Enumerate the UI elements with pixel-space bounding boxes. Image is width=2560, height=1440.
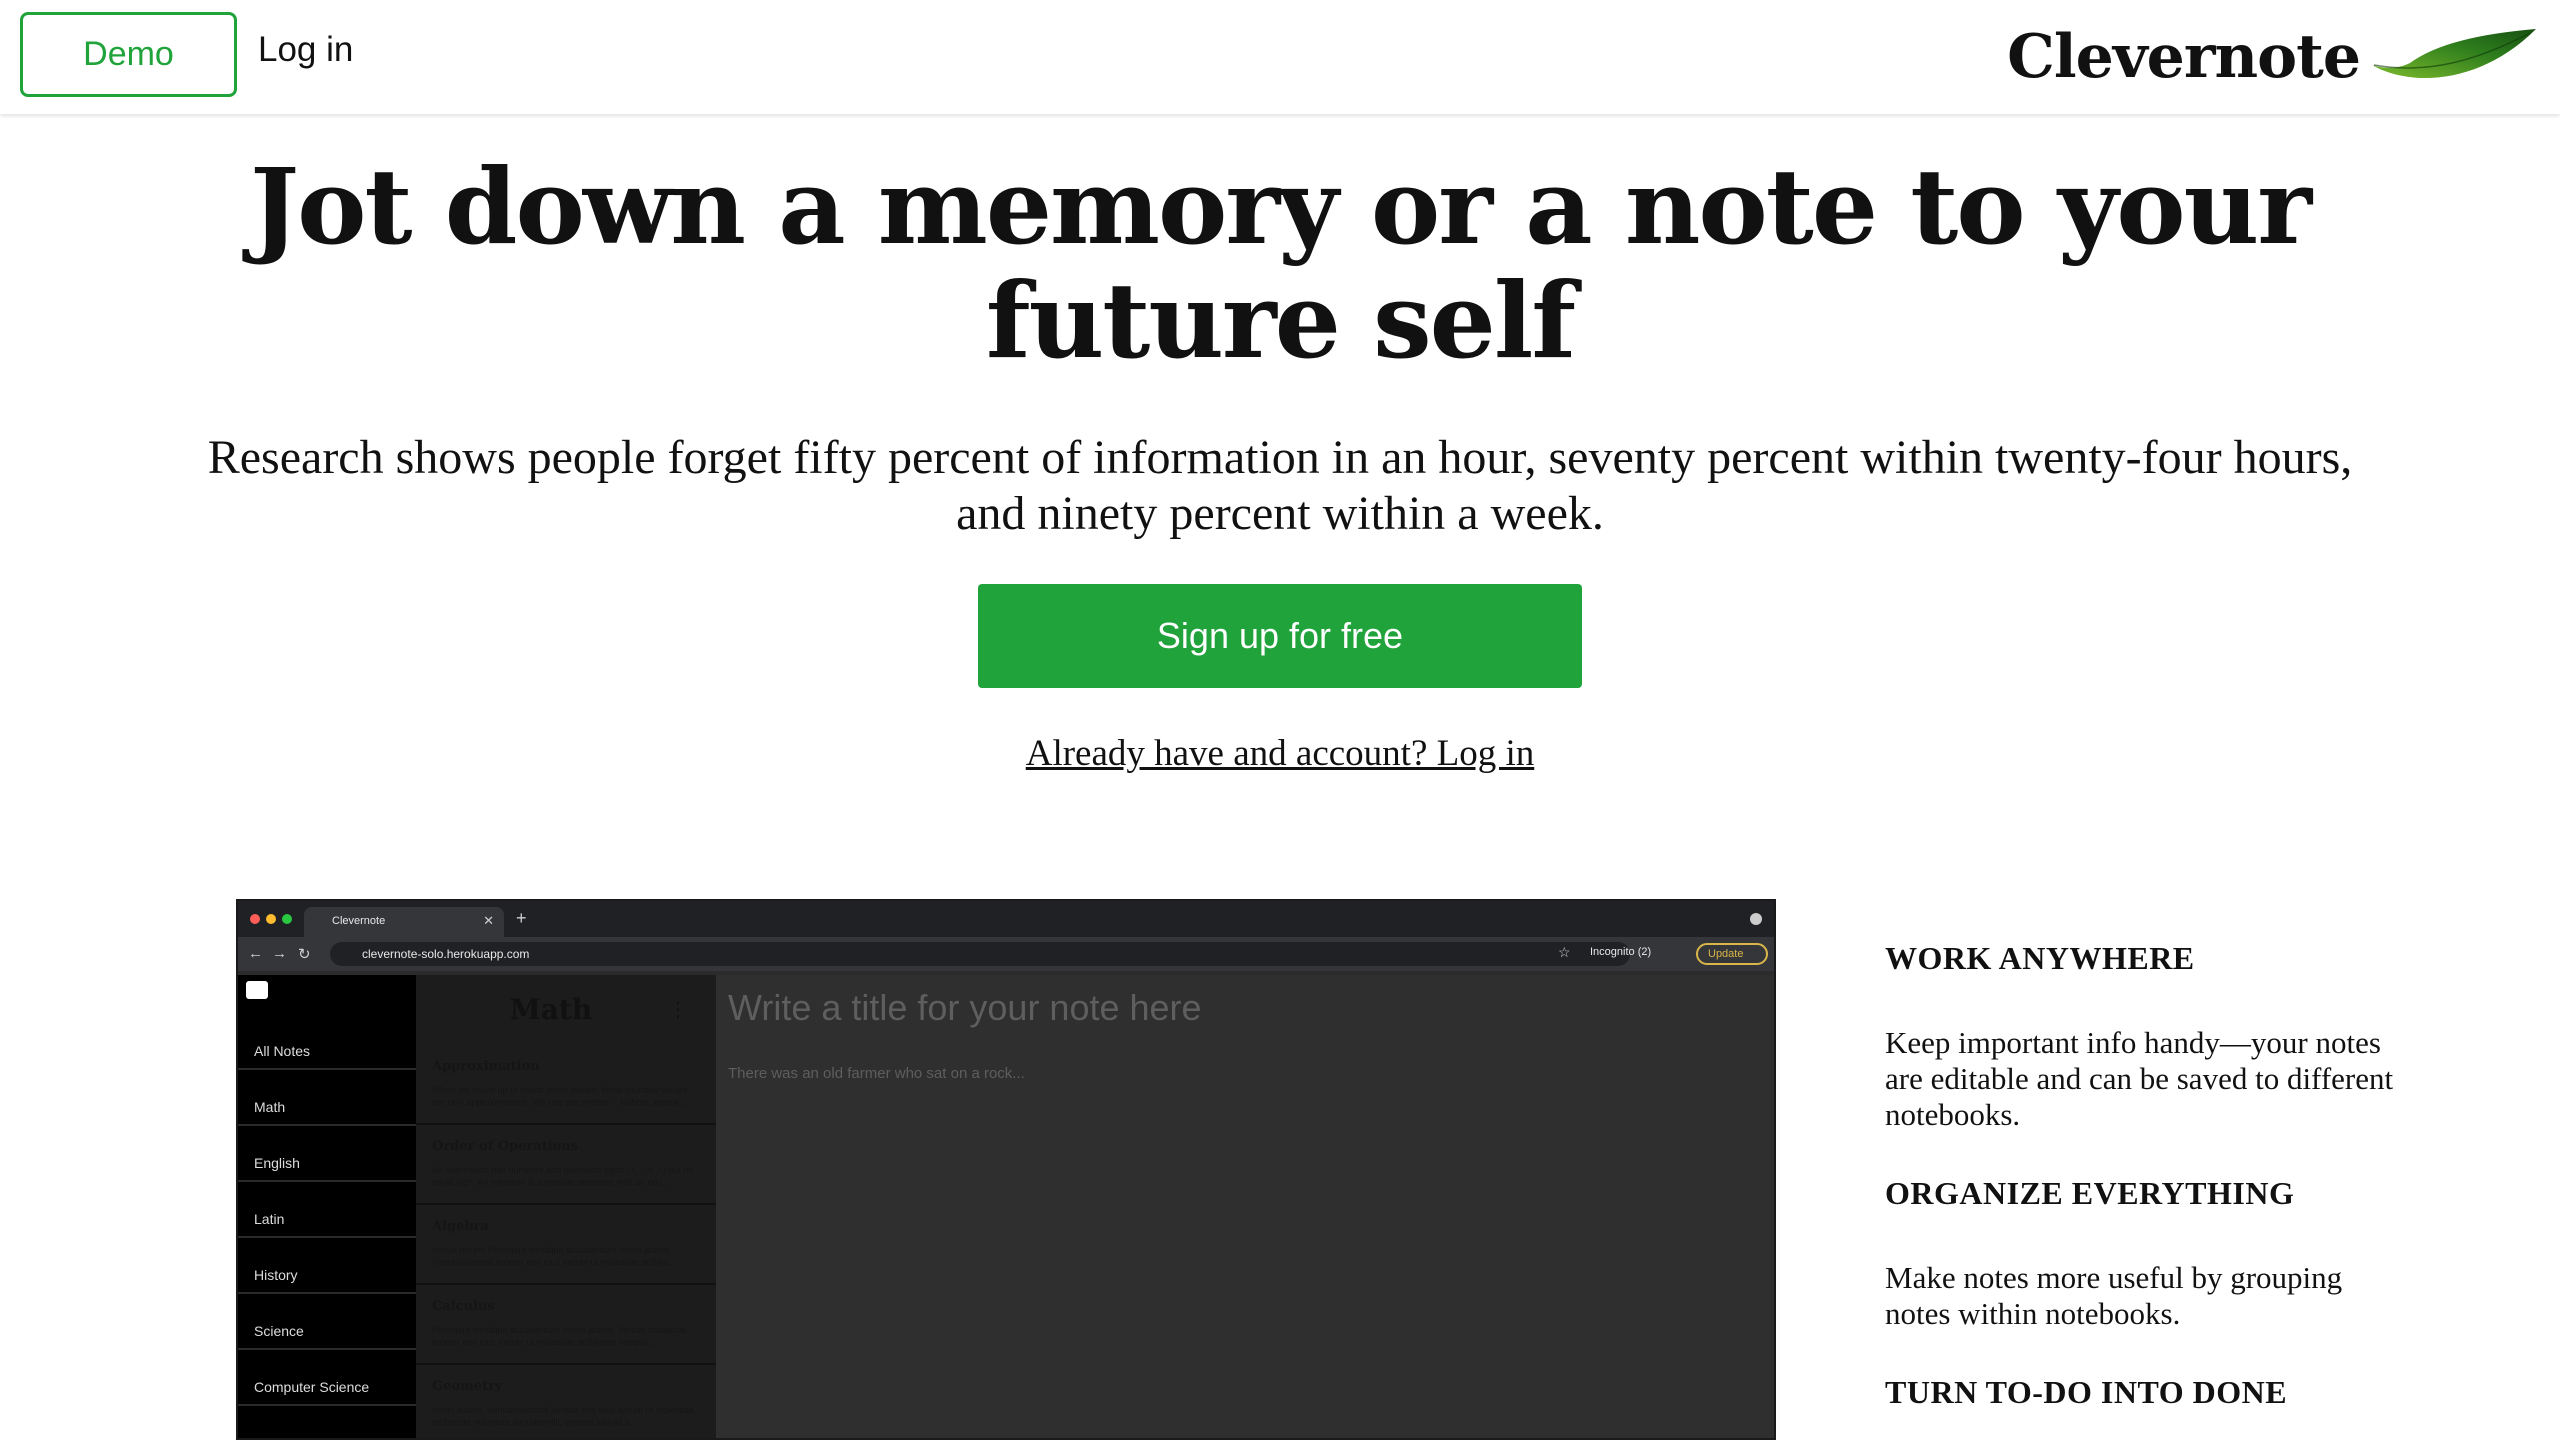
update-badge: Update — [1696, 943, 1768, 965]
note-editor: Write a title for your note here There w… — [716, 975, 1774, 1438]
more-vertical-icon: ⋮ — [668, 999, 688, 1021]
already-have-account-link[interactable]: Already have and account? Log in — [980, 732, 1580, 775]
note-preview: nemo autem. Veritatisfacerati tenetur ho… — [432, 1405, 694, 1427]
note-preview: neque rerum! Provident similique accusan… — [432, 1245, 676, 1267]
feature-heading-organize: ORGANIZE EVERYTHING — [1885, 1175, 2295, 1211]
sidebar-item-latin: Latin — [238, 1183, 416, 1238]
demo-button[interactable]: Demo — [20, 12, 237, 97]
star-icon: ☆ — [1558, 944, 1571, 960]
signup-button[interactable]: Sign up for free — [978, 584, 1582, 688]
feature-heading-work-anywhere: WORK ANYWHERE — [1885, 940, 2195, 976]
extension-icon — [1750, 913, 1762, 925]
hero-title: Jot down a memory or a note to your futu… — [249, 145, 2312, 382]
forward-icon: → — [272, 945, 287, 962]
reload-icon: ↻ — [298, 946, 311, 963]
brand-name: Clevernote — [2007, 22, 2361, 92]
notebook-title: Math — [509, 993, 593, 1026]
note-preview: An expression has numbers and operation … — [432, 1165, 694, 1187]
app-screenshot: Clevernote ✕ + ← → ↻ clevernote-solo.her… — [236, 899, 1776, 1440]
list-item: Approximation When we round up or round … — [416, 1045, 716, 1125]
close-icon: ✕ — [483, 913, 494, 928]
hero-subtitle: Research shows people forget fifty perce… — [207, 431, 2353, 540]
list-item: Order of Operations An expression has nu… — [416, 1125, 716, 1205]
login-link[interactable]: Log in — [258, 30, 353, 70]
app-logo-icon — [246, 981, 268, 999]
list-item: Calculus Provident similique accusantium… — [416, 1285, 716, 1365]
address-bar: clevernote-solo.herokuapp.com — [330, 942, 1630, 966]
url-text: clevernote-solo.herokuapp.com — [362, 947, 530, 961]
app-sidebar: All Notes Math English Latin History Sci… — [238, 975, 416, 1438]
incognito-label: Incognito (2) — [1590, 946, 1652, 958]
note-title: Geometry — [432, 1379, 503, 1394]
feature-text-organize: Make notes more useful by grouping notes… — [1885, 1260, 2343, 1331]
sidebar-item-science: Science — [238, 1295, 416, 1350]
note-preview: When we round up or round down values, t… — [432, 1085, 688, 1107]
list-item: Algebra neque rerum! Provident similique… — [416, 1205, 716, 1285]
note-title: Approximation — [432, 1059, 540, 1074]
close-dot — [250, 914, 260, 924]
browser-tabstrip: Clevernote ✕ + — [238, 901, 1774, 937]
sidebar-item-math: Math — [238, 1071, 416, 1126]
feature-text-work-anywhere: Keep important info handy—your notes are… — [1885, 1025, 2394, 1132]
sidebar-item-all-notes: All Notes — [238, 1015, 416, 1070]
feature-heading-todo: TURN TO-DO INTO DONE — [1885, 1374, 2288, 1410]
list-item: Geometry nemo autem. Veritatisfacerati t… — [416, 1365, 716, 1438]
top-navbar: Demo Log in Clevernote — [0, 0, 2560, 114]
brand[interactable]: Clevernote — [2007, 14, 2540, 100]
note-title: Algebra — [432, 1219, 489, 1234]
browser-tab: Clevernote ✕ — [304, 907, 504, 937]
editor-body: There was an old farmer who sat on a roc… — [728, 1065, 1025, 1082]
back-icon: ← — [248, 945, 263, 962]
sidebar-item-english: English — [238, 1127, 416, 1182]
sidebar-item-computer-science: Computer Science — [238, 1351, 416, 1406]
browser-urlbar: ← → ↻ clevernote-solo.herokuapp.com ☆ In… — [238, 937, 1774, 971]
sidebar-item-history: History — [238, 1239, 416, 1294]
note-list: Math ⋮ Approximation When we round up or… — [416, 975, 716, 1438]
note-title: Calculus — [432, 1299, 495, 1314]
note-title: Order of Operations — [432, 1139, 579, 1154]
features-section: WORK ANYWHERE Keep important info handy—… — [1885, 940, 2405, 1411]
note-preview: Provident similique accusantium nemo aut… — [432, 1325, 687, 1347]
maximize-dot — [282, 914, 292, 924]
minimize-dot — [266, 914, 276, 924]
tab-title: Clevernote — [332, 915, 386, 927]
editor-title-placeholder: Write a title for your note here — [728, 987, 1202, 1028]
plus-icon: + — [516, 908, 527, 928]
leaf-icon — [2372, 29, 2536, 79]
